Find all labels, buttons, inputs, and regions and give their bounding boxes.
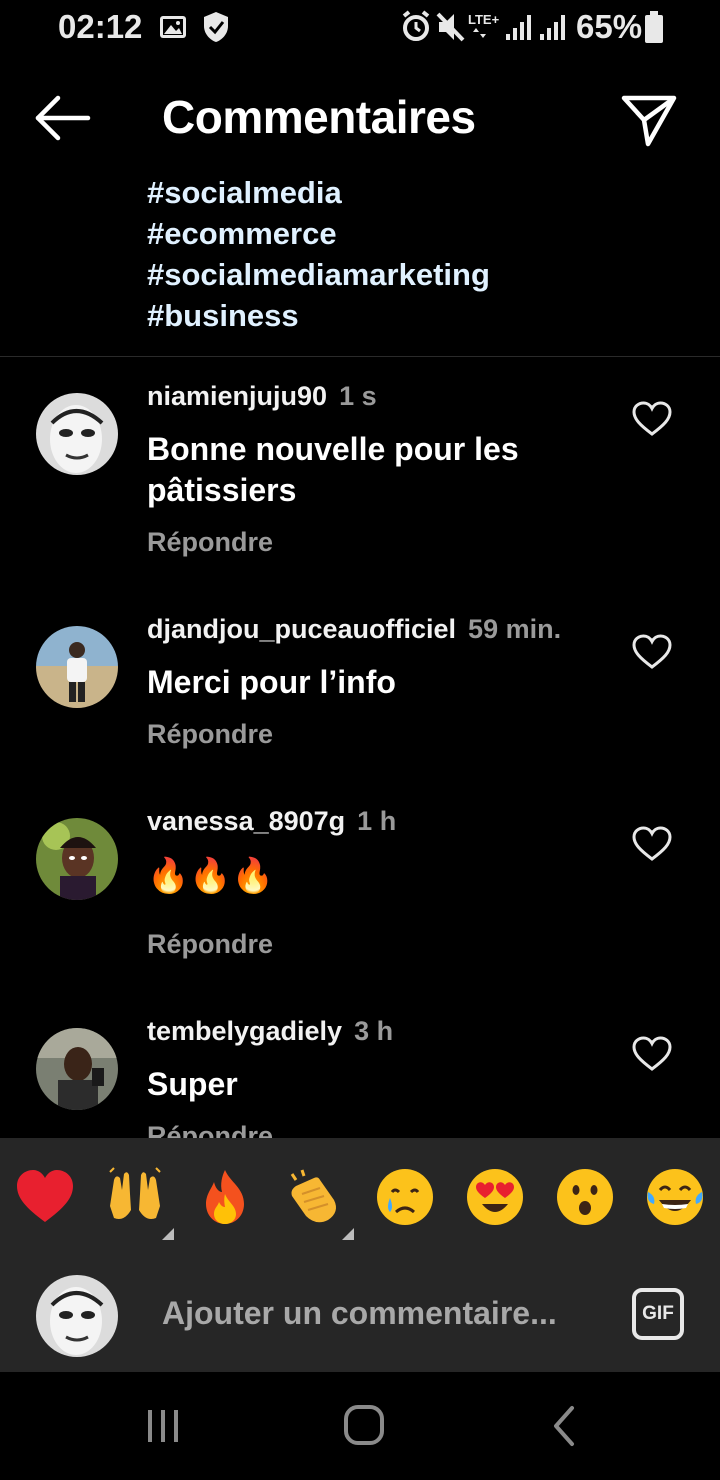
reply-button[interactable]: Répondre [147, 1121, 273, 1138]
comment-text: Merci pour l’info [147, 664, 396, 700]
fire-emoji[interactable] [194, 1166, 256, 1228]
paper-plane-icon[interactable] [618, 88, 680, 150]
comment-username[interactable]: vanessa_8907g [147, 806, 345, 836]
alarm-icon [402, 10, 430, 41]
battery-percent: 65% [576, 8, 643, 45]
battery-icon [645, 11, 663, 43]
comment-time: 1 s [339, 381, 377, 411]
arrow-left-icon[interactable] [30, 90, 94, 146]
signal-icon [473, 28, 486, 38]
red-heart-emoji[interactable] [14, 1166, 76, 1228]
comment-time: 1 h [357, 806, 397, 836]
reply-button[interactable]: Répondre [147, 527, 273, 558]
hashtag-link[interactable]: #business [147, 295, 490, 336]
caption-hashtags: #socialmedia #ecommerce #socialmediamark… [147, 172, 490, 336]
comment-composer: GIF [0, 1256, 720, 1372]
lte-icon: LTE+ [468, 12, 500, 27]
tears-of-joy-emoji[interactable] [644, 1166, 706, 1228]
heart-icon[interactable] [632, 1036, 672, 1072]
avatar [36, 1275, 118, 1357]
comment-header: djandjou_puceauofficiel 59 min. [147, 614, 561, 645]
comment-username[interactable]: djandjou_puceauofficiel [147, 614, 456, 644]
comment-header: vanessa_8907g 1 h [147, 806, 396, 837]
system-nav-bar [0, 1372, 720, 1480]
recent-apps-icon[interactable] [138, 1402, 188, 1450]
status-time: 02:12 [58, 8, 143, 45]
comment-username[interactable]: niamienjuju90 [147, 381, 327, 411]
comment-text: 🔥🔥🔥 [147, 857, 275, 895]
header: Commentaires [0, 60, 720, 170]
avatar[interactable] [36, 1028, 118, 1110]
raising-hands-emoji[interactable] [104, 1166, 166, 1228]
heart-icon[interactable] [632, 401, 672, 437]
comment-header: niamienjuju90 1 s [147, 381, 377, 412]
comment-time: 59 min. [468, 614, 562, 644]
avatar[interactable] [36, 818, 118, 900]
hashtag-link[interactable]: #socialmediamarketing [147, 254, 490, 295]
emoji-quick-bar [0, 1138, 720, 1256]
comment-header: tembelygadiely 3 h [147, 1016, 393, 1047]
mute-icon [436, 12, 465, 42]
hashtag-link[interactable]: #socialmedia [147, 172, 490, 213]
comment-list: niamienjuju90 1 s Bonne nouvelle pour les… [0, 357, 720, 1138]
back-icon[interactable] [540, 1402, 590, 1450]
shield-icon [204, 12, 228, 42]
hashtag-link[interactable]: #ecommerce [147, 213, 490, 254]
comment-text: Super [147, 1066, 238, 1102]
clapping-hands-emoji[interactable] [284, 1166, 346, 1228]
comment-text: Bonne nouvelle pour les pâtissiers [147, 431, 519, 508]
comment-username[interactable]: tembelygadiely [147, 1016, 342, 1046]
skin-tone-caret-icon [162, 1228, 174, 1240]
heart-icon[interactable] [632, 826, 672, 862]
page-title: Commentaires [162, 91, 476, 143]
home-icon[interactable] [339, 1402, 389, 1450]
signal-icon [506, 15, 531, 40]
avatar[interactable] [36, 626, 118, 708]
avatar[interactable] [36, 393, 118, 475]
comment-input[interactable] [162, 1282, 602, 1344]
skin-tone-caret-icon [342, 1228, 354, 1240]
gif-button[interactable]: GIF [632, 1288, 684, 1340]
heart-icon[interactable] [632, 634, 672, 670]
reply-button[interactable]: Répondre [147, 719, 273, 750]
comment-time: 3 h [354, 1016, 394, 1046]
heart-eyes-emoji[interactable] [464, 1166, 526, 1228]
signal-icon [540, 15, 565, 40]
status-bar: 02:12 LTE+ 65% [0, 0, 720, 56]
crying-face-emoji[interactable] [374, 1166, 436, 1228]
surprised-face-emoji[interactable] [554, 1166, 616, 1228]
reply-button[interactable]: Répondre [147, 929, 273, 960]
image-icon [160, 16, 186, 38]
